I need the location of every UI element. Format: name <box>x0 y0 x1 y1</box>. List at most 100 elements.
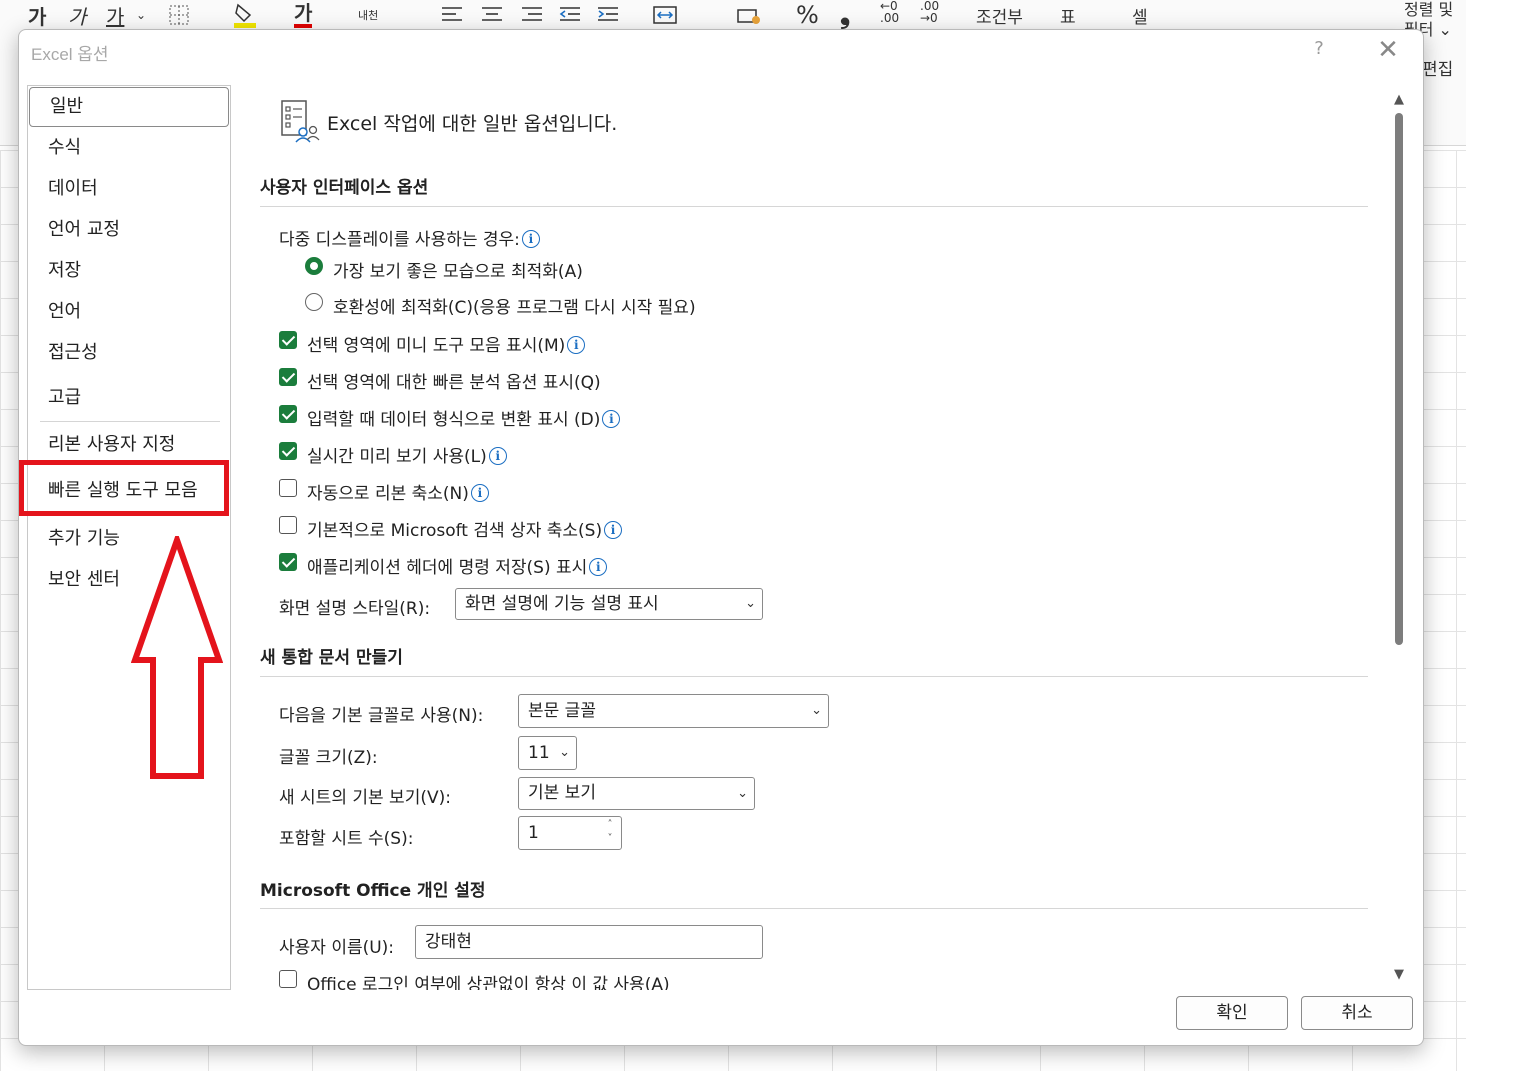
quick-analysis-label: 선택 영역에 대한 빠른 분석 옵션 표시(Q) <box>307 373 601 393</box>
section-divider <box>260 676 1368 677</box>
chevron-down-icon: ⌄ <box>745 596 756 611</box>
excel-options-dialog: Excel 옵션 ? ✕ 일반 수식 데이터 언어 교정 저장 언어 접근성 고… <box>18 29 1424 1046</box>
font-size-value: 11 <box>528 743 550 763</box>
close-icon[interactable]: ✕ <box>1373 35 1403 65</box>
chevron-down-icon: ⌄ <box>737 786 748 801</box>
mini-toolbar-label: 선택 영역에 미니 도구 모음 표시(M) i <box>307 331 586 356</box>
section-title-personalize: Microsoft Office 개인 설정 <box>260 881 486 901</box>
always-use-values-label: Office 로그인 여부에 상관없이 항상 이 값 사용(A) <box>307 975 670 990</box>
help-icon[interactable]: ? <box>1307 38 1331 59</box>
decrease-decimal-icon[interactable]: .00 →0 <box>920 0 939 30</box>
checkbox-always-use-values[interactable] <box>279 970 297 988</box>
info-icon[interactable]: i <box>470 484 489 502</box>
font-size-select[interactable]: 11 ⌄ <box>518 736 577 770</box>
sidebar-item-data[interactable]: 데이터 <box>28 170 230 208</box>
scrollbar-thumb[interactable] <box>1395 113 1403 645</box>
scroll-down-arrow-icon[interactable]: ▼ <box>1392 968 1406 982</box>
cancel-button[interactable]: 취소 <box>1301 996 1413 1030</box>
dialog-title: Excel 옵션 <box>31 45 109 64</box>
italic-font-button[interactable]: 가 <box>68 0 86 30</box>
right-margin <box>1466 0 1536 1071</box>
number-format-icon[interactable] <box>736 0 762 30</box>
radio-optimize-label: 가장 보기 좋은 모습으로 최적화(A) <box>333 262 583 282</box>
info-icon[interactable]: i <box>488 447 507 465</box>
font-color-icon[interactable]: 가 <box>294 0 313 30</box>
multi-display-label: 다중 디스플레이를 사용하는 경우: i <box>279 225 540 250</box>
default-font-value: 본문 글꼴 <box>528 701 596 721</box>
checkbox-collapse-search[interactable] <box>279 516 297 534</box>
fill-color-icon[interactable] <box>232 0 258 30</box>
default-view-select[interactable]: 기본 보기 ⌄ <box>518 777 755 810</box>
info-icon[interactable]: i <box>589 558 608 576</box>
ok-button[interactable]: 확인 <box>1176 996 1288 1030</box>
options-content: Excel 작업에 대한 일반 옵션입니다. 사용자 인터페이스 옵션 다중 디… <box>259 85 1369 990</box>
comma-style-icon[interactable]: ❟ <box>840 0 850 30</box>
increase-indent-icon[interactable] <box>596 0 620 30</box>
edit-group-label: 편집 <box>1422 60 1454 80</box>
sidebar-item-customize-ribbon[interactable]: 리본 사용자 지정 <box>28 426 230 464</box>
underline-font-button[interactable]: 가 <box>106 0 124 30</box>
collapse-search-label: 기본적으로 Microsoft 검색 상자 축소(S) i <box>307 516 623 541</box>
percent-icon[interactable]: % <box>796 0 819 30</box>
chevron-down-icon: ⌄ <box>811 703 822 718</box>
info-icon[interactable]: i <box>521 230 540 248</box>
conditional-format-button[interactable]: 조건부 <box>976 0 1023 30</box>
decrease-indent-icon[interactable] <box>558 0 582 30</box>
sidebar-item-language[interactable]: 언어 <box>28 293 230 331</box>
sidebar-item-advanced[interactable]: 고급 <box>28 379 230 417</box>
checkbox-auto-collapse-ribbon[interactable] <box>279 479 297 497</box>
checkbox-live-preview[interactable] <box>279 442 297 460</box>
sidebar-item-formulas[interactable]: 수식 <box>28 129 230 167</box>
increase-decimal-icon[interactable]: ←0.00 <box>880 0 899 30</box>
stepper-arrows-icon[interactable]: ˄ ˅ <box>603 818 617 846</box>
default-view-value: 기본 보기 <box>528 783 596 803</box>
username-value: 강태현 <box>425 932 472 952</box>
checkbox-mini-toolbar[interactable] <box>279 331 297 349</box>
align-right-icon[interactable] <box>520 0 544 30</box>
radio-optimize-compatibility[interactable] <box>305 293 323 311</box>
sheet-count-label: 포함할 시트 수(S): <box>279 829 414 849</box>
section-title-ui-options: 사용자 인터페이스 옵션 <box>260 178 429 198</box>
radio-compat-label: 호환성에 최적화(C)(응용 프로그램 다시 시작 필요) <box>333 298 696 318</box>
border-icon[interactable] <box>168 0 190 30</box>
scroll-up-arrow-icon[interactable]: ▲ <box>1392 93 1406 107</box>
checkbox-header-commands[interactable] <box>279 553 297 571</box>
sidebar-item-save[interactable]: 저장 <box>28 252 230 290</box>
merge-cells-icon[interactable] <box>652 0 678 30</box>
page-header: Excel 작업에 대한 일반 옵션입니다. <box>327 113 618 135</box>
chevron-down-icon: ⌄ <box>559 745 570 760</box>
screentip-style-select[interactable]: 화면 설명에 기능 설명 표시 ⌄ <box>455 588 763 620</box>
sidebar-item-general[interactable]: 일반 <box>29 87 229 127</box>
table-format-button[interactable]: 표 <box>1060 0 1076 30</box>
info-icon[interactable]: i <box>567 336 586 354</box>
phonetic-icon[interactable]: 내천 <box>358 0 378 30</box>
header-commands-label: 애플리케이션 헤더에 명령 저장(S) 표시 i <box>307 553 608 578</box>
chevron-down-icon[interactable]: ⌄ <box>136 0 146 30</box>
default-font-label: 다음을 기본 글꼴로 사용(N): <box>279 706 484 726</box>
default-font-select[interactable]: 본문 글꼴 ⌄ <box>518 694 829 728</box>
default-view-label: 새 시트의 기본 보기(V): <box>279 788 451 808</box>
username-input[interactable]: 강태현 <box>415 925 763 959</box>
checkbox-quick-analysis[interactable] <box>279 368 297 386</box>
general-options-icon <box>281 100 320 143</box>
sheet-count-stepper[interactable]: 1 ˄ ˅ <box>518 816 622 850</box>
align-left-icon[interactable] <box>440 0 464 30</box>
info-icon[interactable]: i <box>604 521 623 539</box>
font-size-label: 글꼴 크기(Z): <box>279 748 378 768</box>
screentip-style-label: 화면 설명 스타일(R): <box>279 599 431 619</box>
annotation-up-arrow <box>131 536 223 779</box>
sort-filter-label: 정렬 및 <box>1404 0 1454 19</box>
radio-optimize-appearance[interactable] <box>305 257 323 275</box>
section-title-new-workbook: 새 통합 문서 만들기 <box>260 648 403 668</box>
align-center-icon[interactable] <box>480 0 504 30</box>
info-icon[interactable]: i <box>602 410 621 428</box>
sidebar-divider <box>40 421 220 422</box>
cell-style-button[interactable]: 셀 <box>1132 0 1148 30</box>
sidebar-item-quick-access-toolbar[interactable]: 빠른 실행 도구 모음 <box>28 472 230 510</box>
section-divider <box>260 206 1368 207</box>
section-divider <box>260 908 1368 909</box>
sidebar-item-accessibility[interactable]: 접근성 <box>28 334 230 372</box>
bold-font-button[interactable]: 가 <box>28 0 46 30</box>
sidebar-item-proofing[interactable]: 언어 교정 <box>28 211 230 249</box>
checkbox-data-type-conversion[interactable] <box>279 405 297 423</box>
